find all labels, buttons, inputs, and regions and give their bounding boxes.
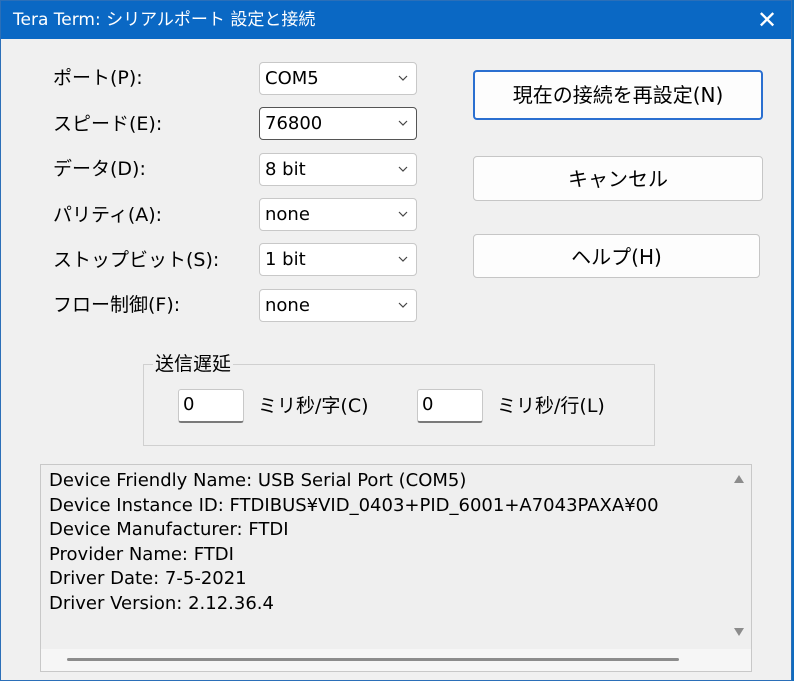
flow-control-select[interactable]: none: [259, 289, 417, 322]
parity-value: none: [265, 204, 310, 225]
stop-bits-label: ストップビット(S):: [53, 249, 220, 271]
vertical-scrollbar[interactable]: [727, 465, 751, 649]
device-info-text: Device Friendly Name: USB Serial Port (C…: [49, 469, 659, 616]
data-bits-label: データ(D):: [53, 158, 146, 180]
chevron-down-icon: [398, 75, 408, 81]
port-select[interactable]: COM5: [259, 62, 417, 95]
chevron-down-icon: [398, 256, 408, 262]
flow-control-value: none: [265, 295, 310, 316]
stop-bits-value: 1 bit: [265, 249, 306, 270]
chevron-down-icon: [398, 120, 408, 126]
device-friendly-name-line: Device Friendly Name: USB Serial Port (C…: [49, 470, 467, 491]
stop-bits-select[interactable]: 1 bit: [259, 243, 417, 276]
scroll-down-icon[interactable]: [734, 628, 744, 636]
provider-name-line: Provider Name: FTDI: [49, 543, 234, 565]
parity-label: パリティ(A):: [53, 204, 163, 226]
speed-select[interactable]: 76800: [259, 107, 417, 140]
driver-version-line: Driver Version: 2.12.36.4: [49, 592, 274, 614]
char-delay-input[interactable]: 0: [178, 389, 244, 423]
cancel-button[interactable]: キャンセル: [473, 156, 763, 201]
close-button[interactable]: ✕: [749, 5, 785, 35]
data-bits-value: 8 bit: [265, 159, 306, 180]
transmit-delay-title: 送信遅延: [153, 352, 234, 376]
line-delay-label: ミリ秒/行(L): [497, 395, 605, 417]
speed-value: 76800: [265, 113, 323, 134]
serial-port-dialog: Tera Term: シリアルポート 設定と接続 ✕ ポート(P): スピード(…: [0, 0, 792, 681]
port-label: ポート(P):: [53, 67, 143, 89]
parity-select[interactable]: none: [259, 198, 417, 231]
char-delay-label: ミリ秒/字(C): [258, 395, 369, 417]
line-delay-input[interactable]: 0: [417, 389, 483, 423]
title-bar: Tera Term: シリアルポート 設定と接続 ✕: [1, 1, 791, 39]
chevron-down-icon: [398, 211, 408, 217]
speed-label: スピード(E):: [53, 113, 163, 135]
reconnect-button[interactable]: 現在の接続を再設定(N): [473, 70, 763, 120]
data-bits-select[interactable]: 8 bit: [259, 153, 417, 186]
chevron-down-icon: [398, 166, 408, 172]
horizontal-scrollbar[interactable]: [41, 649, 751, 671]
device-info-textarea[interactable]: Device Friendly Name: USB Serial Port (C…: [40, 464, 752, 672]
port-value: COM5: [265, 68, 319, 89]
driver-date-line: Driver Date: 7-5-2021: [49, 568, 247, 589]
close-icon: ✕: [756, 6, 778, 34]
help-button[interactable]: ヘルプ(H): [473, 234, 760, 278]
device-manufacturer-line: Device Manufacturer: FTDI: [49, 519, 289, 540]
chevron-down-icon: [398, 302, 408, 308]
flow-control-label: フロー制御(F):: [53, 294, 181, 316]
horizontal-scroll-thumb[interactable]: [67, 658, 679, 661]
device-instance-id-line: Device Instance ID: FTDIBUS¥VID_0403+PID…: [49, 494, 659, 516]
window-title: Tera Term: シリアルポート 設定と接続: [13, 10, 316, 30]
scroll-up-icon[interactable]: [734, 475, 744, 483]
